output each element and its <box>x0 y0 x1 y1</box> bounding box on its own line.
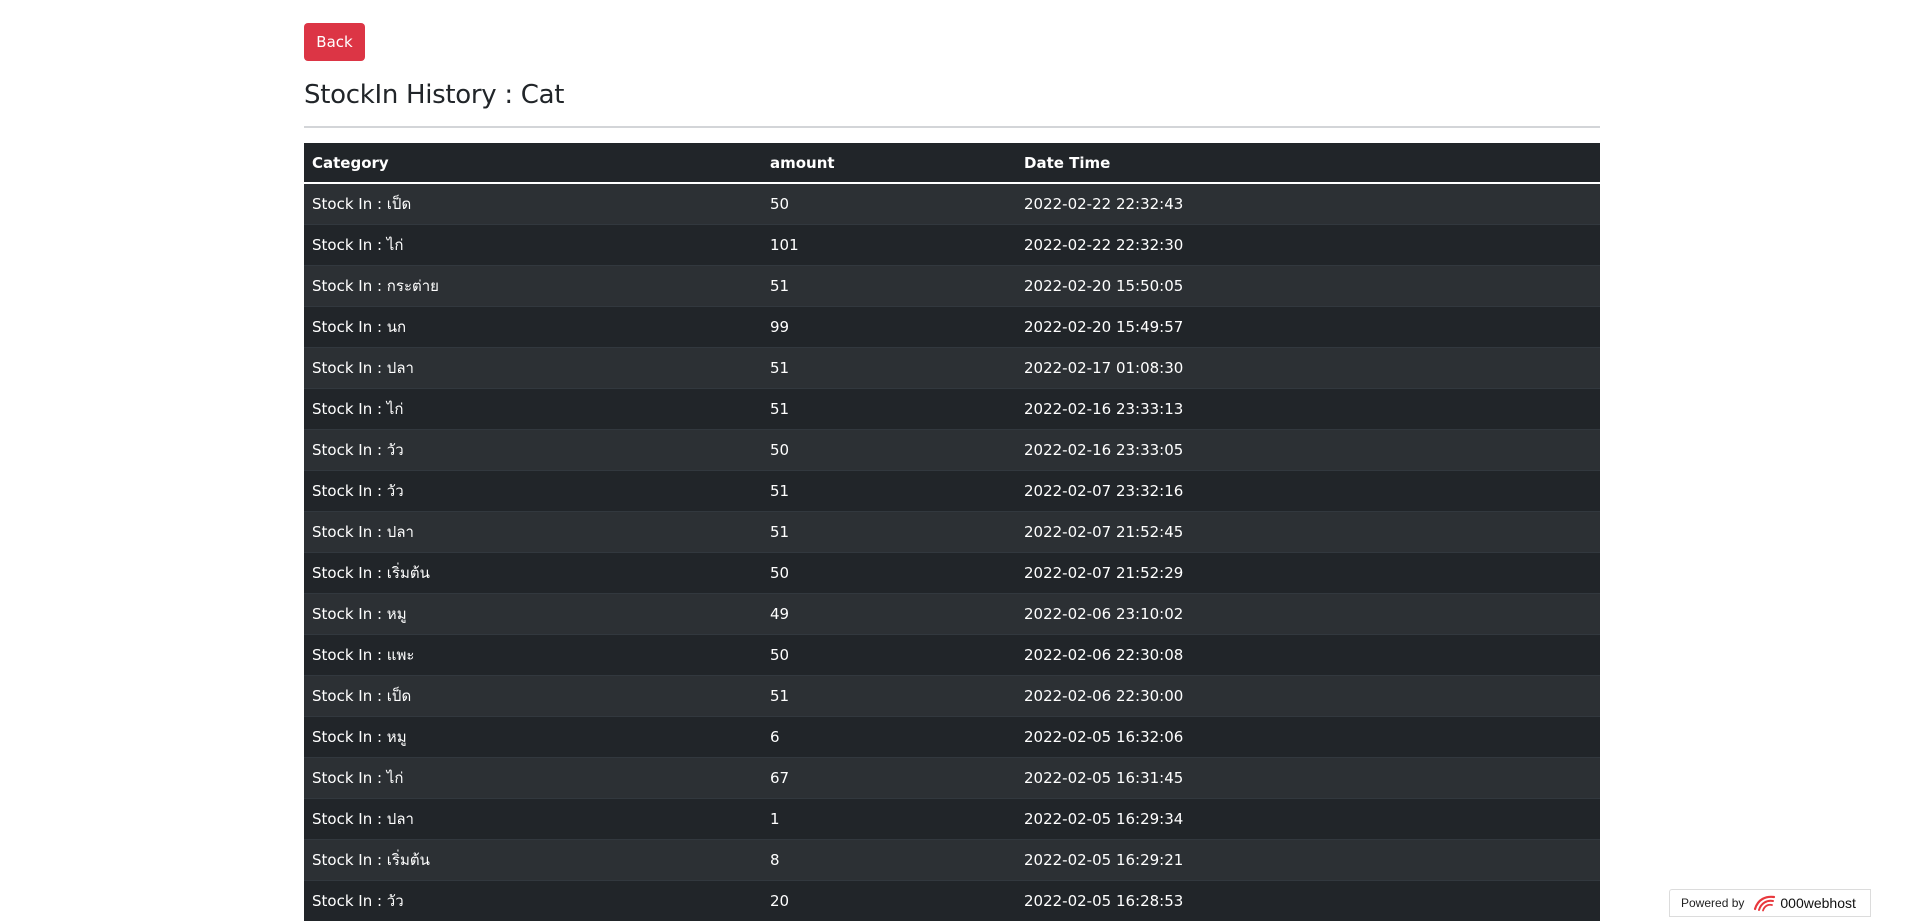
table-row: Stock In : วัว 50 2022-02-16 23:33:05 <box>304 428 1600 470</box>
column-header-category: Category <box>304 143 762 184</box>
amount-cell: 49 <box>762 592 1016 634</box>
datetime-cell: 2022-02-05 16:31:45 <box>1016 756 1600 798</box>
table-row: Stock In : กระต่าย 51 2022-02-20 15:50:0… <box>304 264 1600 306</box>
amount-cell: 101 <box>762 223 1016 265</box>
table-row: Stock In : เริ่มต้น 8 2022-02-05 16:29:2… <box>304 838 1600 880</box>
category-cell: Stock In : วัว <box>304 428 762 470</box>
category-cell: Stock In : เริ่มต้น <box>304 838 762 880</box>
table-row: Stock In : หมู 6 2022-02-05 16:32:06 <box>304 715 1600 757</box>
category-cell: Stock In : เริ่มต้น <box>304 551 762 593</box>
amount-cell: 50 <box>762 551 1016 593</box>
column-header-date-time: Date Time <box>1016 143 1600 184</box>
datetime-cell: 2022-02-07 21:52:45 <box>1016 510 1600 552</box>
amount-cell: 6 <box>762 715 1016 757</box>
category-cell: Stock In : ไก่ <box>304 223 762 265</box>
datetime-cell: 2022-02-22 22:32:30 <box>1016 223 1600 265</box>
amount-cell: 51 <box>762 346 1016 388</box>
amount-cell: 50 <box>762 633 1016 675</box>
table-row: Stock In : ปลา 51 2022-02-07 21:52:45 <box>304 510 1600 552</box>
category-cell: Stock In : ปลา <box>304 346 762 388</box>
category-cell: Stock In : เป็ด <box>304 674 762 716</box>
amount-cell: 50 <box>762 428 1016 470</box>
table-row: Stock In : ไก่ 51 2022-02-16 23:33:13 <box>304 387 1600 429</box>
powered-by-label: Powered by <box>1681 896 1745 910</box>
page-title: StockIn History : Cat <box>304 80 565 110</box>
table-header: Category amount Date Time <box>304 143 1600 184</box>
amount-cell: 67 <box>762 756 1016 798</box>
category-cell: Stock In : นก <box>304 305 762 347</box>
datetime-cell: 2022-02-16 23:33:13 <box>1016 387 1600 429</box>
table-row: Stock In : แพะ 50 2022-02-06 22:30:08 <box>304 633 1600 675</box>
category-cell: Stock In : ไก่ <box>304 756 762 798</box>
datetime-cell: 2022-02-07 23:32:16 <box>1016 469 1600 511</box>
category-cell: Stock In : วัว <box>304 469 762 511</box>
back-button[interactable]: Back <box>304 23 365 61</box>
table-header-row: Category amount Date Time <box>304 143 1600 184</box>
table-row: Stock In : หมู 49 2022-02-06 23:10:02 <box>304 592 1600 634</box>
amount-cell: 99 <box>762 305 1016 347</box>
amount-cell: 8 <box>762 838 1016 880</box>
000webhost-logo-icon <box>1754 895 1776 912</box>
datetime-cell: 2022-02-06 22:30:08 <box>1016 633 1600 675</box>
category-cell: Stock In : ปลา <box>304 797 762 839</box>
table-body: Stock In : เป็ด 50 2022-02-22 22:32:43 S… <box>304 182 1600 921</box>
amount-cell: 51 <box>762 469 1016 511</box>
datetime-cell: 2022-02-16 23:33:05 <box>1016 428 1600 470</box>
datetime-cell: 2022-02-05 16:29:21 <box>1016 838 1600 880</box>
column-header-amount: amount <box>762 143 1016 184</box>
table-row: Stock In : เริ่มต้น 50 2022-02-07 21:52:… <box>304 551 1600 593</box>
datetime-cell: 2022-02-06 22:30:00 <box>1016 674 1600 716</box>
table-row: Stock In : เป็ด 51 2022-02-06 22:30:00 <box>304 674 1600 716</box>
amount-cell: 51 <box>762 510 1016 552</box>
amount-cell: 51 <box>762 387 1016 429</box>
title-divider <box>304 126 1600 128</box>
table-row: Stock In : ปลา 51 2022-02-17 01:08:30 <box>304 346 1600 388</box>
stockin-history-table-wrapper: Category amount Date Time Stock In : เป็… <box>304 143 1600 921</box>
category-cell: Stock In : แพะ <box>304 633 762 675</box>
table-row: Stock In : ไก่ 67 2022-02-05 16:31:45 <box>304 756 1600 798</box>
amount-cell: 51 <box>762 674 1016 716</box>
category-cell: Stock In : ปลา <box>304 510 762 552</box>
table-row: Stock In : เป็ด 50 2022-02-22 22:32:43 <box>304 182 1600 224</box>
table-row: Stock In : ไก่ 101 2022-02-22 22:32:30 <box>304 223 1600 265</box>
datetime-cell: 2022-02-20 15:50:05 <box>1016 264 1600 306</box>
datetime-cell: 2022-02-20 15:49:57 <box>1016 305 1600 347</box>
table-row: Stock In : ปลา 1 2022-02-05 16:29:34 <box>304 797 1600 839</box>
datetime-cell: 2022-02-05 16:29:34 <box>1016 797 1600 839</box>
category-cell: Stock In : เป็ด <box>304 182 762 224</box>
table-row: Stock In : วัว 51 2022-02-07 23:32:16 <box>304 469 1600 511</box>
table-row: Stock In : นก 99 2022-02-20 15:49:57 <box>304 305 1600 347</box>
stockin-history-table: Category amount Date Time Stock In : เป็… <box>304 143 1600 921</box>
amount-cell: 1 <box>762 797 1016 839</box>
amount-cell: 50 <box>762 182 1016 224</box>
powered-by-badge[interactable]: Powered by 000webhost <box>1669 889 1871 917</box>
datetime-cell: 2022-02-17 01:08:30 <box>1016 346 1600 388</box>
datetime-cell: 2022-02-05 16:32:06 <box>1016 715 1600 757</box>
category-cell: Stock In : หมู <box>304 592 762 634</box>
category-cell: Stock In : หมู <box>304 715 762 757</box>
category-cell: Stock In : ไก่ <box>304 387 762 429</box>
category-cell: Stock In : กระต่าย <box>304 264 762 306</box>
amount-cell: 51 <box>762 264 1016 306</box>
datetime-cell: 2022-02-06 23:10:02 <box>1016 592 1600 634</box>
datetime-cell: 2022-02-07 21:52:29 <box>1016 551 1600 593</box>
datetime-cell: 2022-02-22 22:32:43 <box>1016 182 1600 224</box>
brand-name: 000webhost <box>1780 895 1856 911</box>
